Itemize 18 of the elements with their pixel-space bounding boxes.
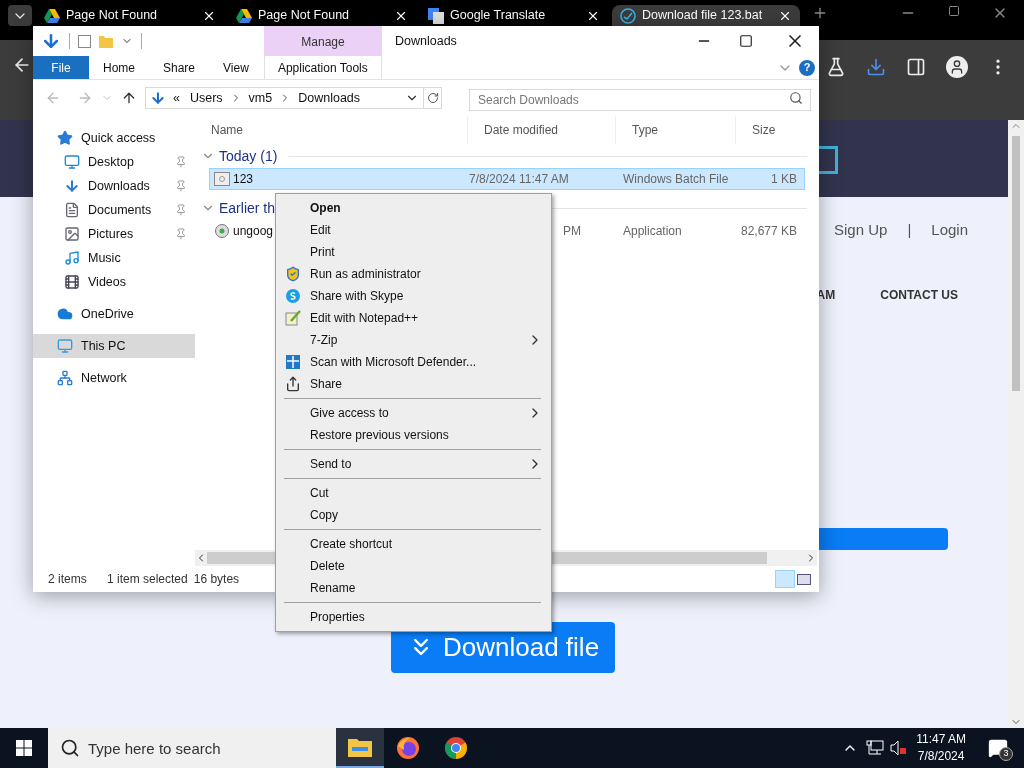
item-count: 2 items bbox=[48, 571, 88, 588]
file-type: Application bbox=[622, 223, 683, 240]
file-date: 7/8/2024 11:47 AM bbox=[469, 171, 570, 188]
file-date: PM bbox=[562, 223, 582, 240]
file-name: 123 bbox=[233, 171, 254, 188]
file-size: 1 KB bbox=[770, 171, 797, 188]
group-header: Earlier th bbox=[219, 198, 276, 218]
group-header: Today (1) bbox=[219, 146, 278, 166]
file-type: Windows Batch File bbox=[622, 171, 730, 188]
file-name: ungoog bbox=[233, 223, 274, 240]
selection-info: 1 item selected bbox=[107, 571, 188, 588]
window-title: Downloads bbox=[395, 32, 458, 50]
selection-size: 16 bytes bbox=[193, 571, 240, 588]
clock-date: 7/8/2024 bbox=[917, 748, 965, 765]
notification-count: 3 bbox=[999, 747, 1013, 761]
contextual-tab-label: Manage bbox=[301, 34, 345, 51]
file-size: 82,677 KB bbox=[739, 223, 797, 240]
clock-time: 11:47 AM bbox=[916, 731, 966, 748]
